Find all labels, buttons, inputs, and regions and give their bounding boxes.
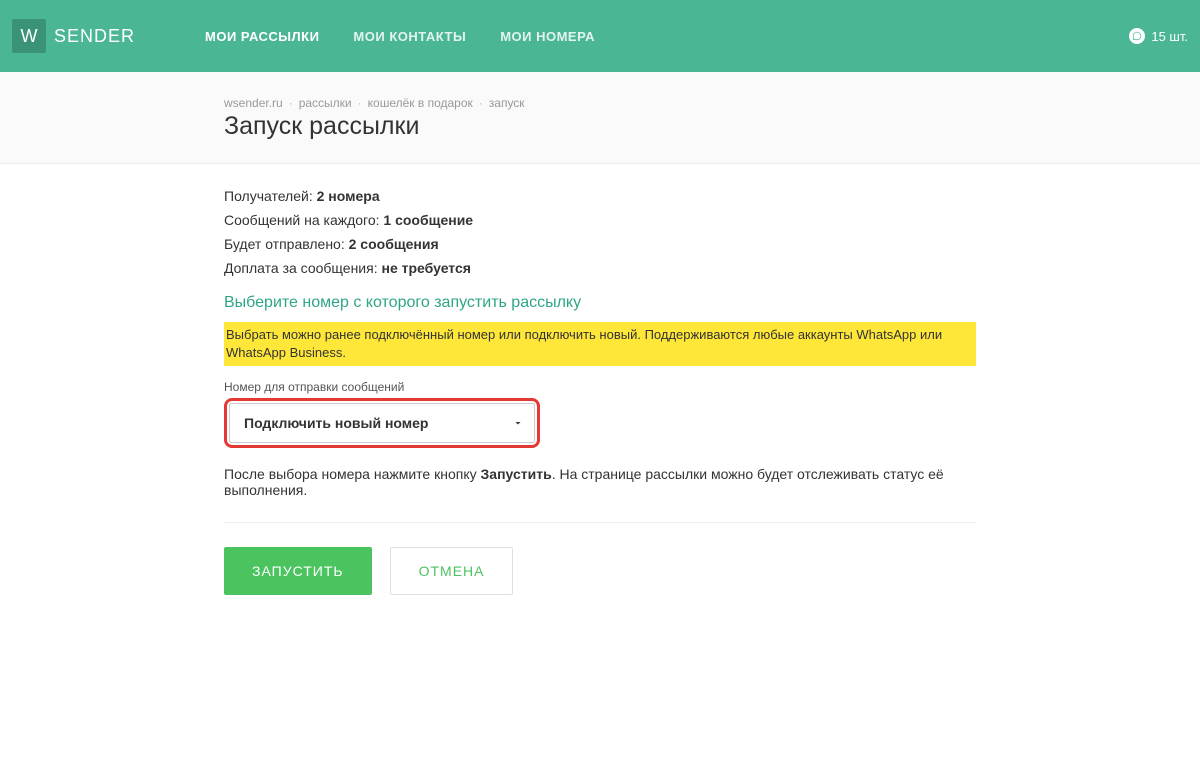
info-text: После выбора номера нажмите кнопку Запус… (224, 466, 976, 498)
breadcrumb-item[interactable]: wsender.ru (224, 96, 283, 110)
nav-item-mailings[interactable]: МОИ РАССЫЛКИ (205, 29, 319, 44)
summary-surcharge: Доплата за сообщения: не требуется (224, 260, 976, 276)
hint-bar: Выбрать можно ранее подключённый номер и… (224, 322, 976, 366)
divider (224, 522, 976, 523)
summary-per-each: Сообщений на каждого: 1 сообщение (224, 212, 976, 228)
summary-recipients: Получателей: 2 номера (224, 188, 976, 204)
button-row: ЗАПУСТИТЬ ОТМЕНА (224, 547, 976, 595)
subheader: wsender.ru· рассылки· кошелёк в подарок·… (0, 72, 1200, 164)
breadcrumb-item[interactable]: кошелёк в подарок (368, 96, 473, 110)
page-title: Запуск рассылки (224, 112, 976, 141)
summary-total: Будет отправлено: 2 сообщения (224, 236, 976, 252)
top-header: W SENDER МОИ РАССЫЛКИ МОИ КОНТАКТЫ МОИ Н… (0, 0, 1200, 72)
launch-button[interactable]: ЗАПУСТИТЬ (224, 547, 372, 595)
cancel-button[interactable]: ОТМЕНА (390, 547, 514, 595)
balance-text: 15 шт. (1151, 29, 1188, 44)
number-select[interactable]: Подключить новый номер (229, 403, 535, 443)
breadcrumb: wsender.ru· рассылки· кошелёк в подарок·… (224, 96, 976, 110)
whatsapp-icon (1129, 28, 1145, 44)
chevron-down-icon (512, 417, 524, 429)
field-label: Номер для отправки сообщений (224, 380, 976, 394)
main-content: Получателей: 2 номера Сообщений на каждо… (0, 164, 1200, 635)
balance[interactable]: 15 шт. (1129, 28, 1188, 44)
logo[interactable]: W SENDER (12, 19, 135, 53)
select-value: Подключить новый номер (244, 415, 428, 431)
section-title: Выберите номер с которого запустить расс… (224, 294, 976, 312)
logo-badge: W (12, 19, 46, 53)
breadcrumb-item: запуск (489, 96, 525, 110)
breadcrumb-item[interactable]: рассылки (299, 96, 352, 110)
select-highlight: Подключить новый номер (224, 398, 540, 448)
nav-item-numbers[interactable]: МОИ НОМЕРА (500, 29, 595, 44)
logo-text: SENDER (54, 26, 135, 47)
nav: МОИ РАССЫЛКИ МОИ КОНТАКТЫ МОИ НОМЕРА (205, 29, 595, 44)
nav-item-contacts[interactable]: МОИ КОНТАКТЫ (353, 29, 466, 44)
